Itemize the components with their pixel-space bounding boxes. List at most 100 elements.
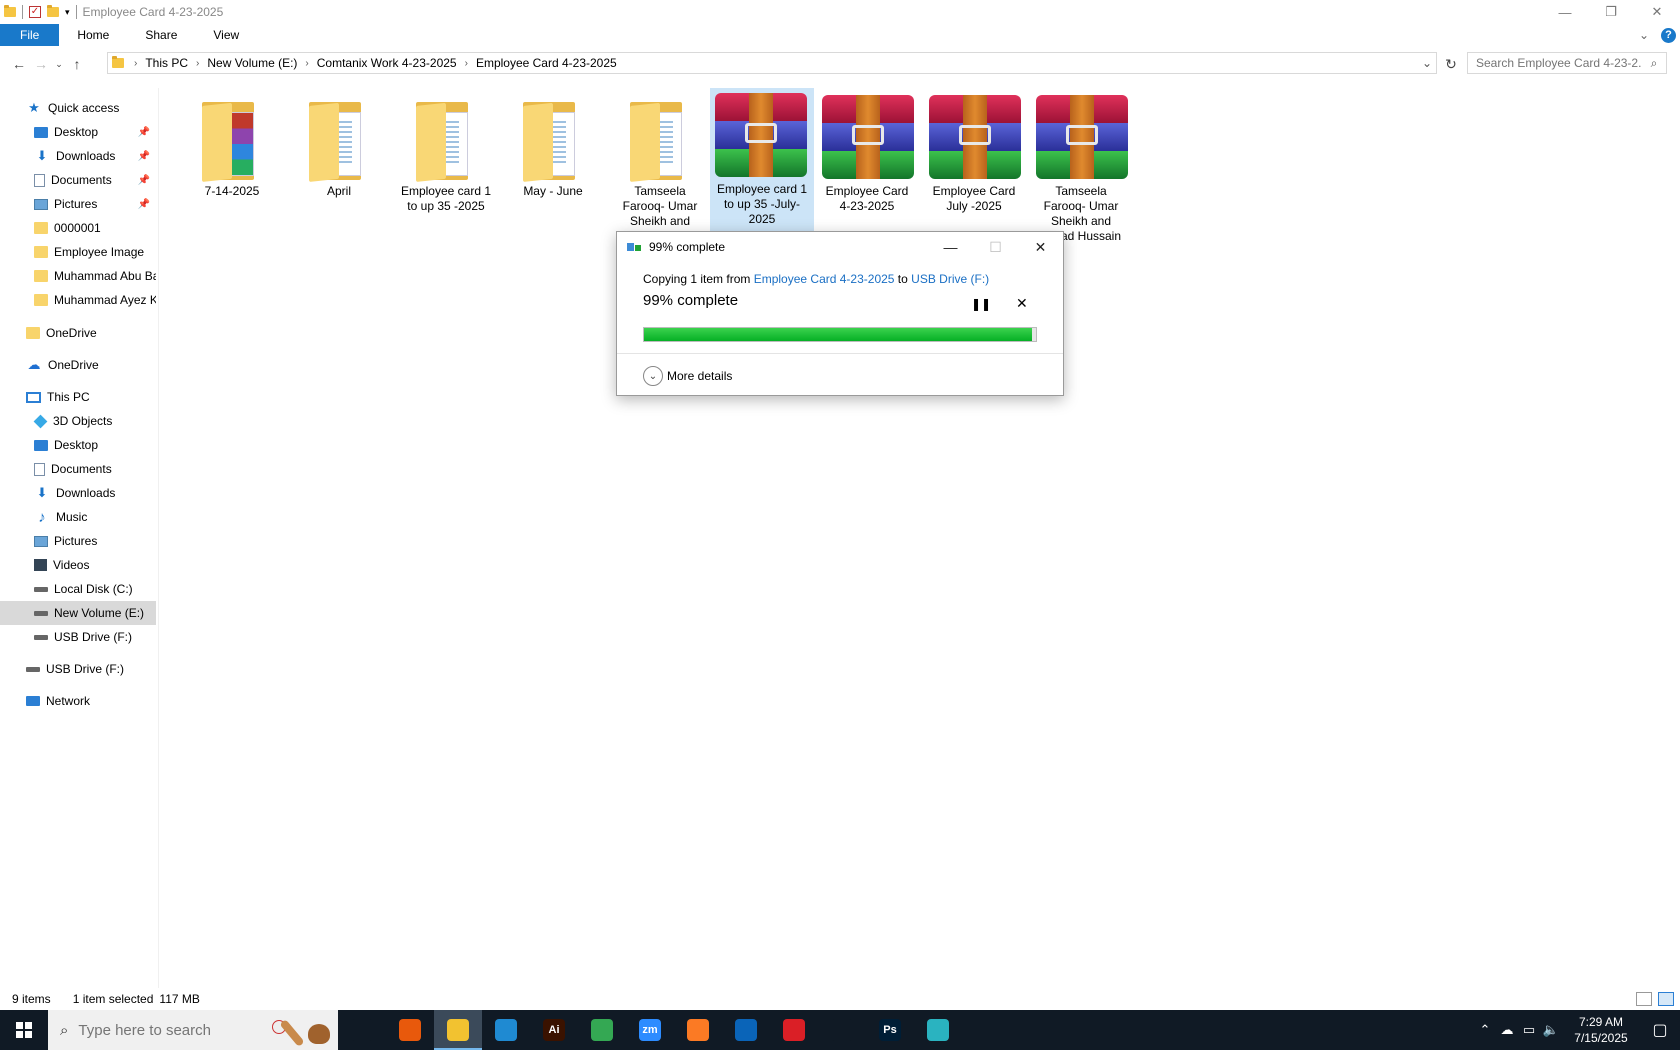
sidebar-item-pc-desktop[interactable]: Desktop [0,433,156,457]
taskbar-app[interactable]: zm [626,1010,674,1050]
notification-icon[interactable]: ▢ [1640,1020,1680,1040]
sidebar-item-videos[interactable]: Videos [0,553,156,577]
tab-file[interactable]: File [0,24,60,46]
taskbar-app[interactable]: Ai [530,1010,578,1050]
taskbar-app[interactable] [770,1010,818,1050]
taskbar-app[interactable]: Ps [866,1010,914,1050]
sidebar-item-usb-drive[interactable]: USB Drive (F:) [0,625,156,649]
sidebar-item-usb-drive-root[interactable]: USB Drive (F:) [0,657,156,681]
sidebar-item-desktop[interactable]: Desktop 📌 [0,120,156,144]
file-item[interactable]: Employee Card 4-23-2025 [817,90,917,218]
breadcrumb-this-pc[interactable]: This PC [141,56,192,70]
chevron-right-icon[interactable]: › [192,58,203,69]
taskbar-app[interactable] [338,1010,386,1050]
chevron-down-icon[interactable]: ⌄ [1418,56,1436,70]
search-icon[interactable]: ⌕ [1642,56,1666,71]
taskbar-app[interactable] [578,1010,626,1050]
taskbar-search-input[interactable] [78,1021,249,1039]
sidebar-item-pc-documents[interactable]: Documents [0,457,156,481]
pause-button[interactable]: ❚❚ [971,297,991,311]
sidebar-item-this-pc[interactable]: This PC [0,385,156,409]
pin-icon[interactable]: 📌 [138,175,150,186]
dialog-title-bar[interactable]: 99% complete — ☐ ✕ [617,232,1063,262]
up-button[interactable]: ↑ [66,52,88,76]
sidebar-item-downloads[interactable]: ⬇ Downloads 📌 [0,144,156,168]
onedrive-tray-icon[interactable]: ☁ [1496,1022,1518,1038]
recent-locations-button[interactable]: ⌄ [52,52,66,76]
taskbar-app[interactable] [482,1010,530,1050]
address-bar[interactable]: › This PC › New Volume (E:) › Comtanix W… [107,52,1437,74]
taskbar-app[interactable] [818,1010,866,1050]
file-item[interactable]: Tamseela Farooq- Umar Sheikh and Sajjad … [1031,90,1131,248]
dialog-minimize-button[interactable]: — [928,232,973,262]
file-item[interactable]: May - June [503,90,603,203]
destination-link[interactable]: USB Drive (F:) [911,272,989,286]
chevron-right-icon[interactable]: › [461,58,472,69]
forward-button[interactable]: → [30,52,52,76]
network-tray-icon[interactable]: ▭ [1518,1022,1540,1038]
pin-icon[interactable]: 📌 [138,199,150,210]
chevron-right-icon[interactable]: › [130,58,141,69]
source-link[interactable]: Employee Card 4-23-2025 [754,272,895,286]
volume-icon[interactable]: 🔈 [1540,1022,1562,1038]
sidebar-item-3d-objects[interactable]: 3D Objects [0,409,156,433]
dialog-close-button[interactable]: ✕ [1018,232,1063,262]
details-view-button[interactable] [1636,992,1652,1006]
sidebar-item-0000001[interactable]: 0000001 [0,216,156,240]
taskbar-search[interactable]: ⌕ [48,1010,338,1050]
more-details-button[interactable]: ⌄ More details [617,354,1063,386]
close-button[interactable]: ✕ [1634,0,1680,24]
sidebar-item-network[interactable]: Network [0,689,156,713]
file-item[interactable]: April [289,90,389,203]
sidebar-item-music[interactable]: ♪ Music [0,505,156,529]
taskbar-app[interactable] [386,1010,434,1050]
sidebar-item-pc-downloads[interactable]: ⬇ Downloads [0,481,156,505]
tab-view[interactable]: View [195,24,257,46]
tab-share[interactable]: Share [127,24,195,46]
back-button[interactable]: ← [8,52,30,76]
pin-icon[interactable]: 📌 [138,127,150,138]
file-item[interactable]: 7-14-2025 [182,90,282,203]
tab-home[interactable]: Home [59,24,127,46]
search-box[interactable]: ⌕ [1467,52,1667,74]
breadcrumb-new-volume[interactable]: New Volume (E:) [203,56,301,70]
properties-icon[interactable]: ✓ [29,6,41,18]
sidebar-item-quick-access[interactable]: ★ Quick access [0,96,156,120]
chevron-right-icon[interactable]: › [301,58,312,69]
sidebar-item-pc-pictures[interactable]: Pictures [0,529,156,553]
sidebar-item-new-volume[interactable]: New Volume (E:) [0,601,156,625]
window-title: Employee Card 4-23-2025 [82,5,224,19]
breadcrumb-comtanix-work[interactable]: Comtanix Work 4-23-2025 [313,56,461,70]
large-icons-view-button[interactable] [1658,992,1674,1006]
chevron-up-icon[interactable]: ⌃ [1474,1022,1496,1038]
taskbar-app[interactable] [434,1010,482,1050]
sidebar-item-pictures[interactable]: Pictures 📌 [0,192,156,216]
sidebar-item-employee-image[interactable]: Employee Image [0,240,156,264]
clock[interactable]: 7:29 AM 7/15/2025 [1562,1014,1640,1046]
sidebar-item-onedrive-folder[interactable]: OneDrive [0,321,156,345]
file-item[interactable]: Tamseela Farooq- Umar Sheikh and Sajjad [610,90,710,248]
customize-toolbar-icon[interactable]: ▾ [65,7,70,18]
minimize-button[interactable]: — [1542,0,1588,24]
new-folder-icon[interactable] [47,5,59,17]
expand-ribbon-icon[interactable]: ⌄ [1639,28,1649,42]
restore-button[interactable]: ❐ [1588,0,1634,24]
sidebar-item-muhammad-abu[interactable]: Muhammad Abu Ba [0,264,156,288]
taskbar-app[interactable] [914,1010,962,1050]
file-item[interactable]: Employee card 1 to up 35 -2025 [396,90,496,218]
pin-icon[interactable]: 📌 [138,151,150,162]
taskbar-app[interactable] [722,1010,770,1050]
sidebar-item-local-disk[interactable]: Local Disk (C:) [0,577,156,601]
help-icon[interactable]: ? [1661,27,1676,43]
sidebar-item-documents[interactable]: Documents 📌 [0,168,156,192]
sidebar-item-muhammad-ayez[interactable]: Muhammad Ayez K [0,288,156,312]
refresh-button[interactable]: ↻ [1440,52,1462,76]
file-item-selected[interactable]: Employee card 1 to up 35 -July-2025 [710,88,814,231]
search-input[interactable] [1476,56,1642,70]
taskbar-app[interactable] [674,1010,722,1050]
cancel-copy-button[interactable]: ✕ [1016,295,1028,312]
breadcrumb-employee-card[interactable]: Employee Card 4-23-2025 [472,56,621,70]
sidebar-item-onedrive[interactable]: ☁ OneDrive [0,353,156,377]
file-item[interactable]: Employee Card July -2025 [924,90,1024,218]
start-button[interactable] [0,1010,48,1050]
